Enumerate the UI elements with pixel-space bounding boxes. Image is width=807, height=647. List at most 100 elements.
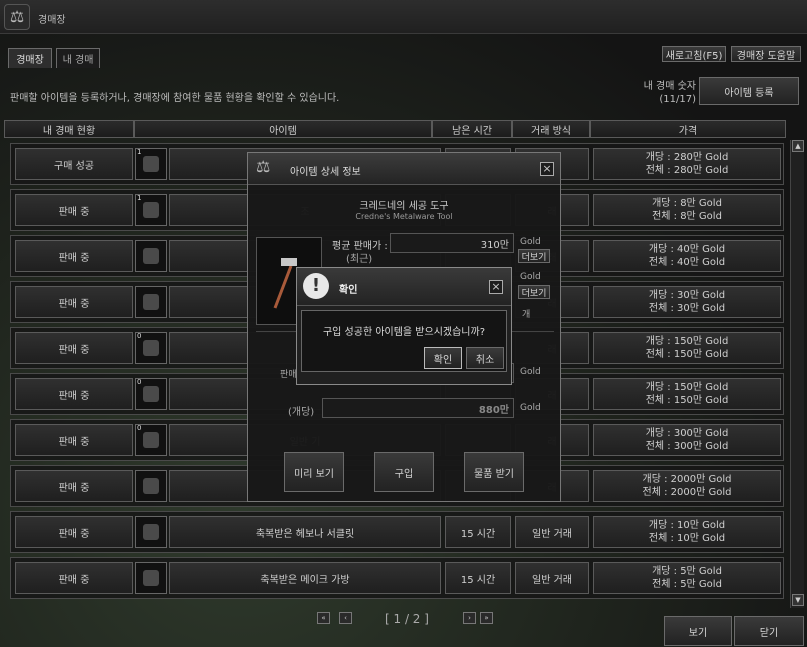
detail-close-icon[interactable]: × [540, 162, 554, 176]
prev-page-icon[interactable]: ‹ [339, 612, 352, 624]
price-total: 전체 : 30만 Gold [648, 303, 726, 314]
col-header-type[interactable]: 거래 방식 [512, 120, 590, 138]
more-button-2[interactable]: 더보기 [518, 285, 550, 299]
row-status: 구매 성공 [15, 148, 133, 180]
scales-icon: ⚖ [256, 157, 271, 176]
page-indicator: [ 1 / 2 ] [385, 612, 429, 626]
auction-count-value: (11/17) [659, 94, 696, 105]
hammer-icon [143, 156, 159, 172]
col-header-price[interactable]: 가격 [590, 120, 786, 138]
item-thumbnail[interactable] [135, 240, 167, 272]
price-total: 전체 : 40만 Gold [648, 257, 726, 268]
detail-title: 아이템 상세 정보 [290, 167, 361, 178]
col-header-item[interactable]: 아이템 [134, 120, 432, 138]
unit-label: (개당) [288, 407, 315, 418]
alert-icon: ! [303, 273, 329, 299]
item-thumbnail[interactable] [135, 562, 167, 594]
window-title: 경매장 [38, 15, 66, 26]
tab-my-auction[interactable]: 내 경매 [56, 48, 100, 68]
bag-icon [143, 570, 159, 586]
item-thumbnail[interactable]: 0 [135, 378, 167, 410]
confirm-close-icon[interactable]: × [489, 280, 503, 294]
price-total: 전체 : 5만 Gold [652, 579, 722, 590]
price-total: 전체 : 8만 Gold [652, 211, 722, 222]
first-page-icon[interactable]: « [317, 612, 330, 624]
col-header-status[interactable]: 내 경매 현황 [4, 120, 134, 138]
row-status: 판매 중 [15, 470, 133, 502]
last-page-icon[interactable]: » [480, 612, 493, 624]
price-unit: 개당 : 30만 Gold [648, 290, 726, 301]
row-time: 15 시간 [445, 516, 511, 548]
help-button[interactable]: 경매장 도움말 [731, 46, 801, 62]
item-thumbnail[interactable]: 1 [135, 194, 167, 226]
item-thumbnail[interactable] [135, 516, 167, 548]
scroll-down-icon[interactable]: ▼ [792, 594, 804, 606]
tab-auction[interactable]: 경매장 [8, 48, 52, 68]
price-total: 전체 : 10만 Gold [648, 533, 726, 544]
row-item-name: 축복받은 헤보나 서클릿 [169, 516, 441, 548]
row-status: 판매 중 [15, 378, 133, 410]
item-quantity: 0 [137, 378, 142, 386]
price-total: 전체 : 300만 Gold [645, 441, 729, 452]
circlet-icon [143, 524, 159, 540]
confirm-ok-button[interactable]: 확인 [424, 347, 462, 369]
close-button[interactable]: 닫기 [734, 616, 804, 646]
avg-price-sub: (최근) [346, 254, 373, 265]
price-total: 전체 : 150만 Gold [645, 395, 729, 406]
confirm-message-box: 구입 성공한 아이템을 받으시겠습니까? 확인 취소 [301, 310, 507, 372]
item-quantity: 0 [137, 332, 142, 340]
item-thumbnail[interactable] [135, 470, 167, 502]
more-button[interactable]: 더보기 [518, 249, 550, 263]
item-thumbnail[interactable]: 0 [135, 424, 167, 456]
item-quantity: 1 [137, 194, 142, 202]
view-button[interactable]: 보기 [664, 616, 732, 646]
price-unit: 개당 : 280만 Gold [645, 152, 729, 163]
item-quantity: 1 [137, 148, 142, 156]
preview-button[interactable]: 미리 보기 [284, 452, 344, 492]
refresh-button[interactable]: 새로고침(F5) [662, 46, 726, 62]
receive-button[interactable]: 물품 받기 [464, 452, 524, 492]
item-thumbnail[interactable] [135, 286, 167, 318]
price-total: 전체 : 150만 Gold [645, 349, 729, 360]
row-price: 개당 : 5만 Gold 전체 : 5만 Gold [593, 562, 781, 594]
scroll-up-icon[interactable]: ▲ [792, 140, 804, 152]
potion-icon [143, 248, 159, 264]
row-price: 개당 : 280만 Gold 전체 : 280만 Gold [593, 148, 781, 180]
cloth-icon [143, 340, 159, 356]
register-item-button[interactable]: 아이템 등록 [699, 77, 799, 105]
confirm-cancel-button[interactable]: 취소 [466, 347, 504, 369]
avg-price-field: 310만 [390, 233, 514, 253]
bundle-icon [143, 386, 159, 402]
row-status: 판매 중 [15, 240, 133, 272]
medal-icon [143, 294, 159, 310]
auction-window: ⚖ 경매장 경매장 내 경매 새로고침(F5) 경매장 도움말 판매할 아이템을… [0, 0, 807, 647]
title-bar: ⚖ 경매장 [0, 0, 807, 34]
confirm-title: 확인 [339, 285, 358, 296]
table-row[interactable]: 판매 중 축복받은 메이크 가방 15 시간 일반 거래 개당 : 5만 Gold 전체 … [10, 557, 784, 599]
price-unit: 개당 : 5만 Gold [652, 566, 722, 577]
row-status: 판매 중 [15, 194, 133, 226]
row-price: 개당 : 150만 Gold 전체 : 150만 Gold [593, 378, 781, 410]
price-total: 전체 : 280만 Gold [645, 165, 729, 176]
price-unit: 개당 : 40만 Gold [648, 244, 726, 255]
gold-label-4: Gold [520, 403, 541, 413]
row-price: 개당 : 2000만 Gold 전체 : 2000만 Gold [593, 470, 781, 502]
item-thumbnail[interactable]: 1 [135, 148, 167, 180]
row-item-name: 축복받은 메이크 가방 [169, 562, 441, 594]
item-thumbnail[interactable]: 0 [135, 332, 167, 364]
scrollbar[interactable]: ▲ ▼ [790, 140, 804, 608]
table-row[interactable]: 판매 중 축복받은 헤보나 서클릿 15 시간 일반 거래 개당 : 10만 Gold 전… [10, 511, 784, 553]
gem-icon [143, 432, 159, 448]
item-quantity: 0 [137, 424, 142, 432]
row-time: 15 시간 [445, 562, 511, 594]
confirm-header: ! 확인 × [297, 268, 511, 306]
col-header-time[interactable]: 남은 시간 [432, 120, 512, 138]
auction-count: 내 경매 숫자 (11/17) [620, 80, 696, 106]
scales-icon: ⚖ [4, 4, 30, 30]
next-page-icon[interactable]: › [463, 612, 476, 624]
buy-button[interactable]: 구입 [374, 452, 434, 492]
price-unit: 개당 : 300만 Gold [645, 428, 729, 439]
row-price: 개당 : 150만 Gold 전체 : 150만 Gold [593, 332, 781, 364]
price-unit: 개당 : 8만 Gold [652, 198, 722, 209]
description-text: 판매할 아이템을 등록하거나, 경매장에 참여한 물품 현황을 확인할 수 있습… [10, 93, 340, 104]
